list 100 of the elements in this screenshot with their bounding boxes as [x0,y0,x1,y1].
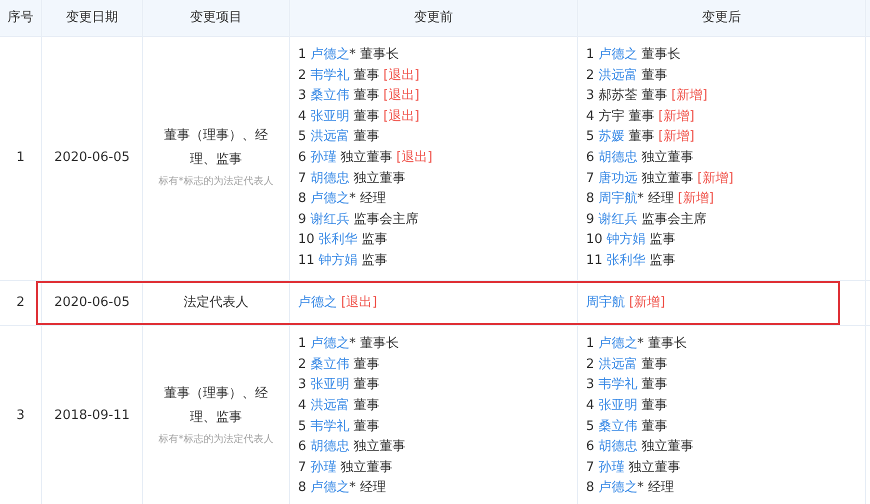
entry-number: 1 [298,335,306,354]
person-link[interactable]: 谢红兵 [598,210,638,230]
legal-rep-mark: * [349,46,356,64]
entry-number: 10 [586,231,603,250]
role-text: 独立董事 [641,170,694,188]
entry-number: 6 [298,438,306,456]
column-header: 变更项目 [190,8,242,27]
person-link[interactable]: 洪远富 [310,127,350,148]
entry-number: 5 [586,418,594,436]
person-link[interactable]: 孙瑾 [310,148,336,169]
legal-rep-mark: * [637,479,644,498]
entry-number: 8 [586,190,594,208]
person-link[interactable]: 孙瑾 [310,458,336,478]
table-cell-text: 2 [16,294,25,312]
role-text: 董事 [353,128,380,146]
table-cell-text: 法定代表人 [184,294,248,312]
entry-number: 8 [586,479,594,498]
person-link[interactable]: 周宇航 [598,189,638,210]
person-link[interactable]: 胡德忠 [598,148,638,169]
table-cell-text: 1 [16,148,25,167]
person-link[interactable]: 卢德之 [598,478,638,499]
change-tag: [新增] [671,86,708,107]
entry-number: 4 [586,108,594,126]
role-text: 董事 [353,396,380,415]
person-link[interactable]: 钟方娟 [606,230,646,251]
table-cell-text: 2020-06-05 [54,148,130,167]
role-text: 董事长 [648,335,687,354]
role-text: 董事长 [360,46,399,64]
person-link[interactable]: 胡德忠 [310,437,350,458]
column-header: 变更后 [702,8,741,27]
person-link[interactable]: 洪远富 [598,354,638,376]
entry-number: 3 [298,87,306,106]
person-link[interactable]: 胡德忠 [310,168,350,190]
person-name: 方宇 [598,108,624,126]
person-link[interactable]: 张利华 [318,230,358,251]
entry-number: 8 [298,190,306,208]
change-tag: [新增] [697,168,734,190]
legal-rep-mark: * [637,335,644,354]
person-link[interactable]: 唐功远 [598,168,638,190]
entry-number: 3 [298,376,306,394]
role-text: 董事 [628,108,654,126]
person-link[interactable]: 卢德之 [310,478,350,499]
person-link[interactable]: 桑立伟 [310,86,350,107]
role-text: 监事 [362,231,388,250]
role-text: 独立董事 [340,458,392,477]
entry-number: 10 [298,231,315,250]
person-link[interactable]: 周宇航 [586,292,625,314]
cell-note: 标有*标志的为法定代表人 [158,174,274,189]
person-link[interactable]: 钟方娟 [318,250,358,272]
person-link[interactable]: 卢德之 [310,334,350,355]
role-text: 董事 [641,87,668,106]
entry-number: 7 [298,170,306,188]
person-link[interactable]: 卢德之 [598,45,638,66]
entry-number: 1 [586,46,594,64]
change-tag: [退出] [383,66,420,86]
person-link[interactable]: 韦学礼 [310,66,350,86]
person-link[interactable]: 卢德之 [298,292,337,314]
entry-number: 5 [298,418,306,436]
column-header: 变更日期 [66,8,118,27]
change-tag: [退出] [383,106,420,128]
role-text: 经理 [648,479,674,498]
entry-number: 1 [298,46,306,64]
person-link[interactable]: 韦学礼 [598,375,638,396]
person-link[interactable]: 洪远富 [598,66,638,86]
role-text: 董事 [628,128,654,146]
role-text: 经理 [360,479,386,498]
person-link[interactable]: 桑立伟 [598,416,638,438]
person-link[interactable]: 张亚明 [310,106,350,128]
change-tag: [退出] [396,148,432,169]
person-link[interactable]: 卢德之 [598,334,638,355]
legal-rep-mark: * [349,479,356,498]
table-cell-text: 3 [16,407,25,426]
person-link[interactable]: 桑立伟 [310,354,350,376]
person-link[interactable]: 苏媛 [598,127,624,148]
person-link[interactable]: 卢德之 [310,189,350,210]
role-text: 董事 [353,418,380,436]
role-text: 独立董事 [641,438,694,456]
person-link[interactable]: 张亚明 [310,375,350,396]
role-text: 董事 [353,87,380,106]
person-link[interactable]: 张亚明 [598,396,638,416]
entry-number: 3 [586,376,594,394]
entry-number: 5 [298,128,306,146]
entry-number: 9 [586,210,594,229]
person-link[interactable]: 胡德忠 [598,437,638,458]
entry-number: 2 [586,66,594,85]
person-link[interactable]: 张利华 [606,250,646,272]
person-name: 郝苏荃 [598,87,638,106]
entry-number: 2 [298,356,306,374]
role-text: 独立董事 [641,148,694,167]
role-text: 独立董事 [353,438,406,456]
person-link[interactable]: 卢德之 [310,45,350,66]
person-link[interactable]: 孙瑾 [598,458,624,478]
entry-number: 4 [298,108,306,126]
person-link[interactable]: 韦学礼 [310,416,350,438]
entry-number: 4 [586,396,594,415]
person-link[interactable]: 谢红兵 [310,210,350,230]
entry-number: 2 [586,356,594,374]
table-cell-text: 2018-09-11 [54,407,130,426]
person-link[interactable]: 洪远富 [310,396,350,416]
entry-number: 1 [586,335,594,354]
